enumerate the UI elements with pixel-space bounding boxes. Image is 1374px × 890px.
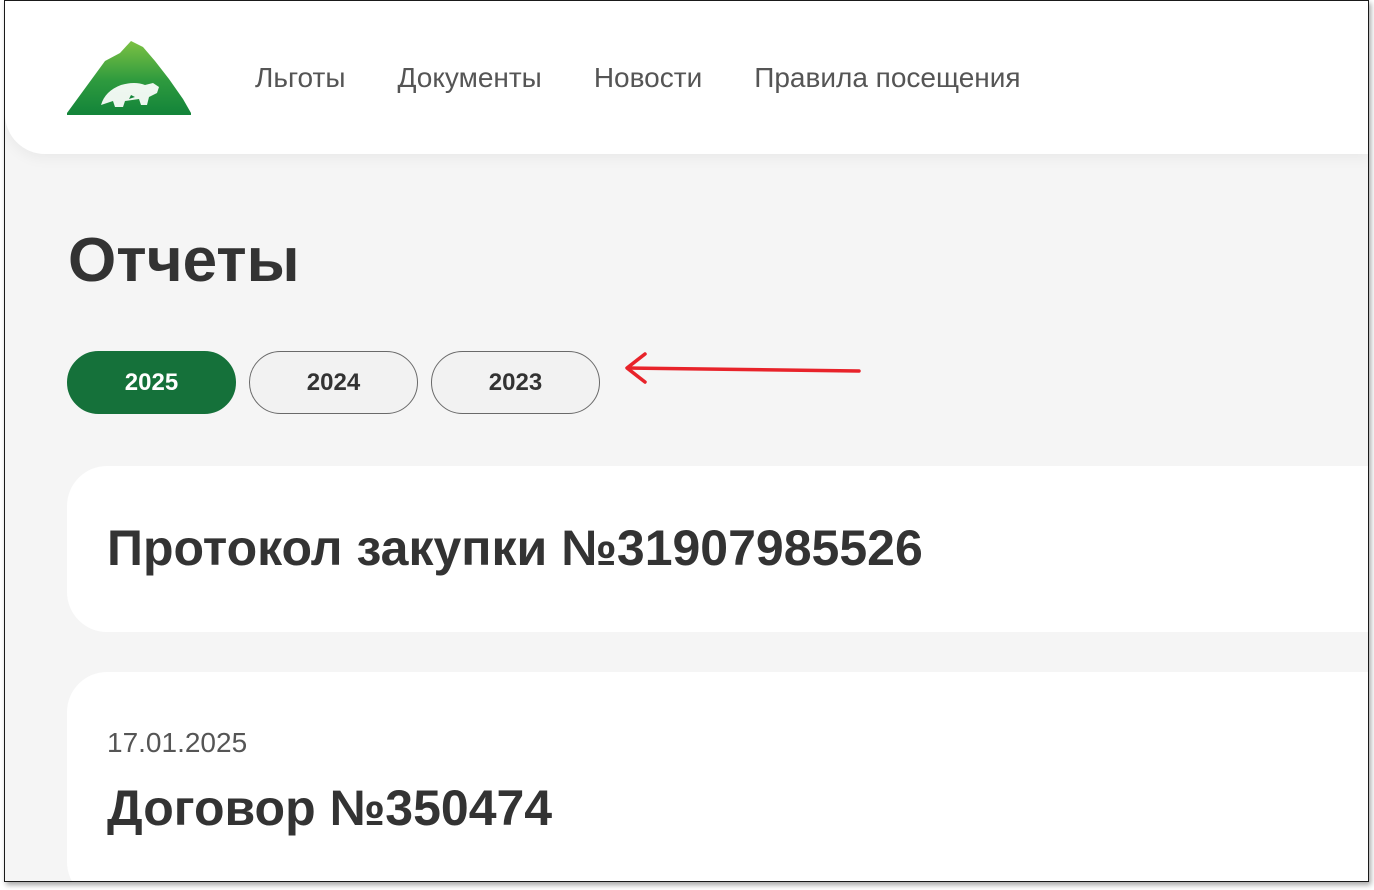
report-date: 17.01.2025 [107,727,248,758]
mountain-bear-logo-icon [67,41,191,115]
browser-viewport: Льготы Документы Новости Правила посещен… [4,0,1369,882]
year-tab-2025[interactable]: 2025 [67,351,236,414]
report-card[interactable]: Протокол закупки №31907985526 [67,466,1368,632]
nav-item-news[interactable]: Новости [594,61,702,95]
site-logo[interactable] [65,39,193,115]
nav-item-benefits[interactable]: Льготы [255,61,345,95]
main-nav: Льготы Документы Новости Правила посещен… [255,61,1073,95]
nav-item-documents[interactable]: Документы [397,61,541,95]
year-tab-2024[interactable]: 2024 [249,351,418,414]
year-tab-2023[interactable]: 2023 [431,351,600,414]
year-filter-tabs: 2025 2024 2023 [67,351,600,414]
site-header: Льготы Документы Новости Правила посещен… [5,1,1368,154]
nav-item-visit-rules[interactable]: Правила посещения [754,61,1020,95]
report-title[interactable]: Протокол закупки №31907985526 [107,518,923,578]
report-title[interactable]: Договор №350474 [107,778,552,838]
red-arrow-left-icon [625,352,861,384]
report-card[interactable]: 17.01.2025 Договор №350474 [67,672,1368,881]
page-title: Отчеты [68,226,300,295]
